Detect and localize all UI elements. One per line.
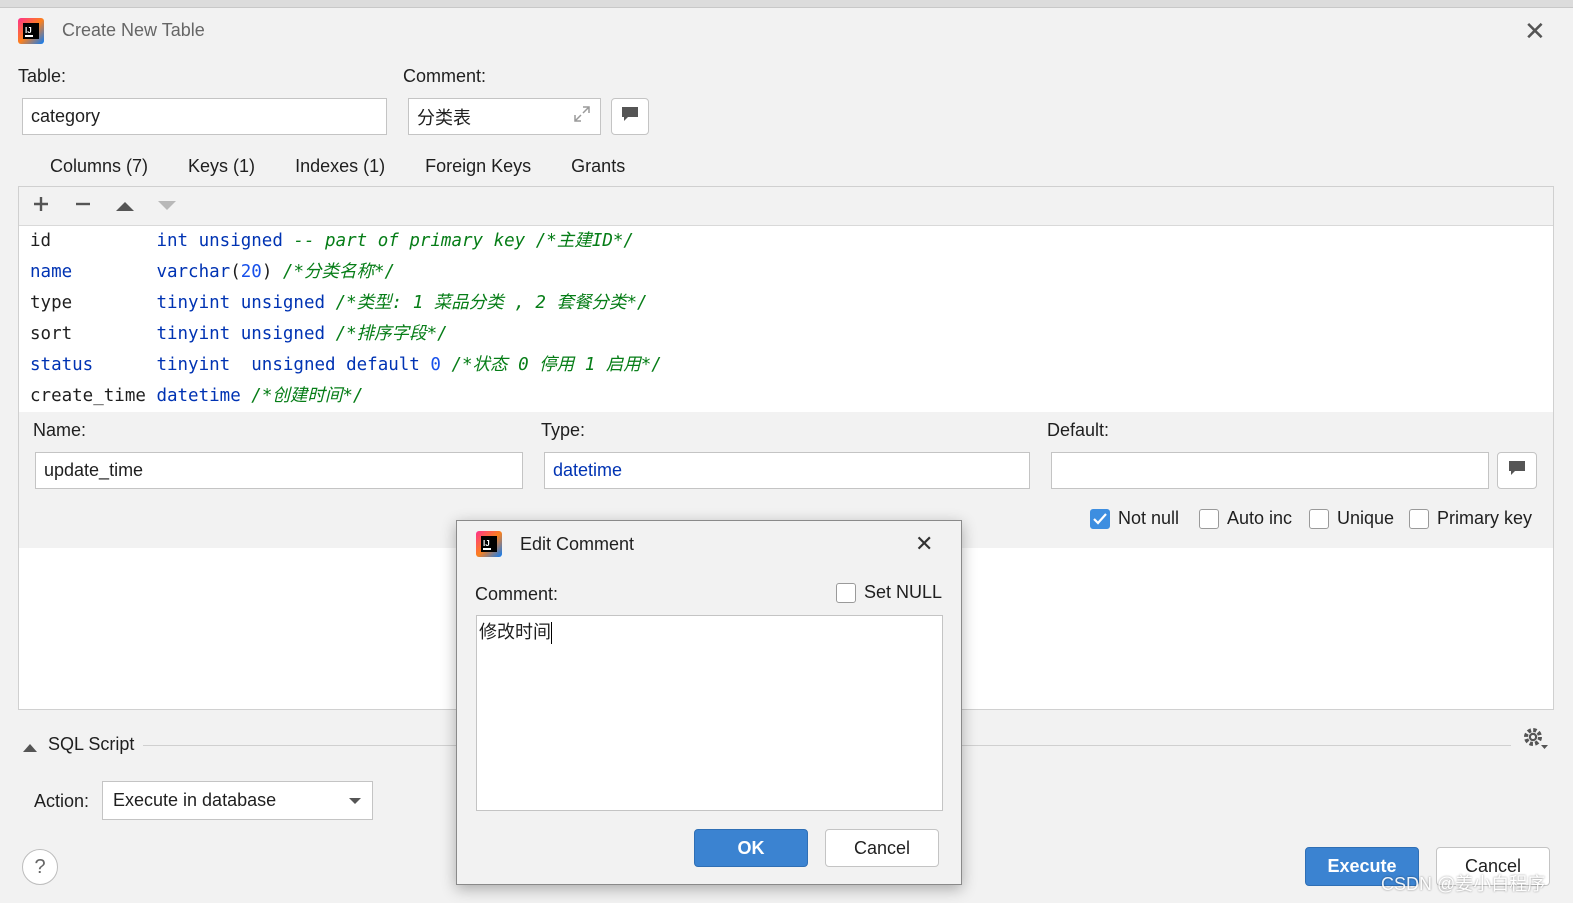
checkmark-icon	[1093, 512, 1107, 525]
close-icon[interactable]: ✕	[1524, 18, 1546, 44]
action-select-value: Execute in database	[113, 790, 277, 810]
column-name: name	[30, 262, 73, 282]
help-label: ?	[34, 855, 46, 878]
columns-toolbar	[19, 187, 1553, 226]
column-list: id int unsigned -- part of primary key /…	[30, 227, 662, 413]
column-name: id	[30, 231, 52, 251]
column-row-create-time[interactable]: create_time datetime /*创建时间*/	[30, 382, 662, 413]
dialog-cancel-button[interactable]: Cancel	[825, 829, 939, 867]
primary-key-checkbox[interactable]	[1409, 508, 1429, 529]
auto-inc-checkbox[interactable]	[1199, 508, 1219, 529]
tab-indexes[interactable]: Indexes (1)	[275, 150, 405, 186]
remove-column-button[interactable]	[71, 194, 95, 218]
tab-bar: Columns (7) Keys (1) Indexes (1) Foreign…	[30, 150, 645, 190]
ok-button[interactable]: OK	[694, 829, 808, 867]
settings-gear-icon[interactable]	[1521, 725, 1549, 756]
set-null-checkbox[interactable]	[836, 582, 856, 603]
speech-bubble-icon	[620, 105, 640, 128]
text-caret	[551, 622, 552, 644]
table-comment-input[interactable]: 分类表	[408, 98, 601, 135]
not-null-checkbox[interactable]	[1090, 508, 1110, 529]
column-definition: tinyint unsigned /*类型: 1 菜品分类 , 2 套餐分类*/	[156, 293, 648, 313]
table-comment-value: 分类表	[417, 107, 471, 128]
dialog-comment-label: Comment:	[475, 584, 559, 604]
column-row-name[interactable]: name varchar(20) /*分类名称*/	[30, 258, 662, 289]
tab-foreign-keys[interactable]: Foreign Keys	[405, 150, 551, 186]
table-name-value: category	[31, 106, 101, 126]
auto-inc-option[interactable]: Auto inc	[1199, 508, 1292, 529]
comment-textarea[interactable]: 修改时间	[476, 615, 943, 811]
action-label: Action:	[34, 791, 90, 811]
edit-comment-button[interactable]	[611, 98, 649, 135]
dialog-title: Edit Comment	[520, 534, 635, 554]
not-null-option[interactable]: Not null	[1090, 508, 1179, 529]
auto-inc-label: Auto inc	[1227, 508, 1293, 528]
chevron-down-icon	[349, 797, 361, 804]
column-name-value: update_time	[44, 460, 144, 480]
comment-text: 修改时间	[479, 622, 551, 643]
dialog-close-icon[interactable]: ✕	[915, 531, 933, 557]
app-logo-icon: IJ	[18, 18, 44, 44]
comment-label: Comment:	[403, 66, 487, 86]
sql-script-label: SQL Script	[48, 734, 135, 754]
speech-bubble-icon	[1507, 459, 1527, 482]
column-definition: varchar(20) /*分类名称*/	[156, 262, 396, 282]
column-row-id[interactable]: id int unsigned -- part of primary key /…	[30, 227, 662, 258]
move-up-button[interactable]	[113, 194, 137, 218]
type-label: Type:	[541, 420, 586, 440]
dialog-cancel-label: Cancel	[853, 837, 911, 858]
table-label: Table:	[18, 66, 67, 86]
edit-comment-dialog: IJ Edit Comment ✕ Comment: Set NULL 修改时间…	[456, 520, 962, 885]
action-select[interactable]: Execute in database	[102, 781, 373, 820]
svg-text:IJ: IJ	[25, 26, 32, 35]
help-button[interactable]: ?	[22, 849, 58, 885]
column-definition: int unsigned -- part of primary key /*主建…	[156, 231, 634, 251]
svg-text:IJ: IJ	[483, 539, 490, 548]
watermark: CSDN @姜小白程序	[1381, 874, 1546, 894]
triangle-up-icon	[23, 744, 37, 752]
column-name: type	[30, 293, 73, 313]
column-row-status[interactable]: status tinyint unsigned default 0 /*状态 0…	[30, 351, 662, 382]
unique-option[interactable]: Unique	[1309, 508, 1394, 529]
column-name: create_time	[30, 386, 146, 406]
triangle-up-icon	[115, 196, 135, 217]
window-title: Create New Table	[62, 20, 205, 40]
primary-key-option[interactable]: Primary key	[1409, 508, 1532, 529]
ok-label: OK	[737, 837, 765, 858]
column-type-input[interactable]: datetime	[544, 452, 1030, 489]
set-null-label: Set NULL	[864, 582, 943, 602]
app-logo-icon: IJ	[476, 531, 502, 562]
column-type-value: datetime	[553, 460, 623, 480]
expand-icon[interactable]	[572, 104, 592, 129]
tab-grants[interactable]: Grants	[551, 150, 645, 186]
name-label: Name:	[33, 420, 87, 440]
tab-keys[interactable]: Keys (1)	[168, 150, 275, 186]
column-name-input[interactable]: update_time	[35, 452, 523, 489]
column-default-input[interactable]	[1051, 452, 1489, 489]
column-definition: tinyint unsigned default 0 /*状态 0 停用 1 启…	[156, 355, 662, 375]
tab-columns[interactable]: Columns (7)	[30, 150, 169, 190]
primary-key-label: Primary key	[1437, 508, 1533, 528]
column-definition: datetime /*创建时间*/	[156, 386, 364, 406]
plus-icon	[32, 195, 50, 218]
default-label: Default:	[1047, 420, 1110, 440]
unique-label: Unique	[1337, 508, 1395, 528]
not-null-label: Not null	[1118, 508, 1180, 528]
add-column-button[interactable]	[29, 194, 53, 218]
set-null-option[interactable]: Set NULL	[836, 582, 942, 603]
column-comment-button[interactable]	[1497, 452, 1537, 489]
column-row-type[interactable]: type tinyint unsigned /*类型: 1 菜品分类 , 2 套…	[30, 289, 662, 320]
column-name: status	[30, 355, 94, 375]
column-name: sort	[30, 324, 73, 344]
column-row-sort[interactable]: sort tinyint unsigned /*排序字段*/	[30, 320, 662, 351]
minus-icon	[74, 195, 92, 218]
column-definition: tinyint unsigned /*排序字段*/	[156, 324, 448, 344]
unique-checkbox[interactable]	[1309, 508, 1329, 529]
table-name-input[interactable]: category	[22, 98, 387, 135]
sql-script-toggle[interactable]	[22, 737, 38, 758]
top-window-strip	[0, 0, 1573, 8]
move-down-button[interactable]	[155, 194, 179, 218]
triangle-down-icon	[157, 196, 177, 217]
